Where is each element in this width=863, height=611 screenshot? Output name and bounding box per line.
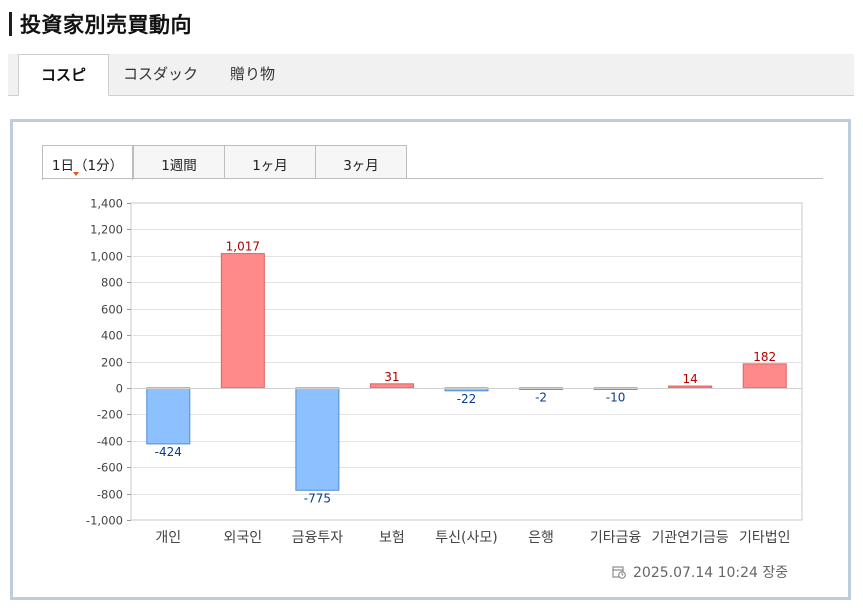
- y-tick-label: 200: [101, 356, 123, 370]
- y-tick-label: 800: [101, 276, 123, 290]
- bar: [295, 387, 340, 491]
- bar: [146, 387, 191, 445]
- data-label: -424: [155, 445, 182, 459]
- y-tick-label: -200: [97, 408, 123, 422]
- data-label: -22: [457, 392, 477, 406]
- bar: [369, 383, 414, 389]
- data-label: 14: [683, 372, 698, 386]
- y-tick-label: -800: [97, 488, 123, 502]
- y-tick-label: 1,200: [90, 223, 123, 237]
- clock-icon: [612, 566, 626, 579]
- x-tick-label: 은행: [528, 530, 554, 546]
- x-tick-label: 기타금융: [590, 530, 642, 546]
- x-tick-label: 투신(사모): [435, 530, 497, 546]
- data-label: 182: [753, 350, 776, 364]
- x-tick-label: 보험: [379, 530, 405, 546]
- x-tick-label: 금융투자: [292, 530, 344, 546]
- data-label: -2: [535, 390, 547, 404]
- data-label: -10: [606, 390, 626, 404]
- investor-trading-chart: 1,400 1,200 1,000 800 600 400 200 0 -200 -400 -600…: [86, 197, 803, 546]
- x-tick-label: 개인: [155, 530, 181, 546]
- y-tick-label: 600: [101, 303, 123, 317]
- y-tick-label: 1,400: [90, 197, 123, 211]
- y-tick-label: -400: [97, 435, 123, 449]
- y-tick-label: 1,000: [90, 250, 123, 264]
- data-label: 31: [384, 370, 399, 384]
- y-tick-label: 400: [101, 329, 123, 343]
- data-label: 1,017: [226, 240, 260, 254]
- x-tick-label: 기관연기금등: [652, 530, 729, 546]
- bar: [220, 253, 265, 389]
- update-timestamp: 2025.07.14 10:24 장중: [633, 565, 789, 581]
- bar: [742, 363, 787, 389]
- data-label: -775: [304, 491, 331, 505]
- y-tick-label: -1,000: [86, 514, 123, 528]
- y-tick-label: 0: [116, 382, 123, 396]
- x-tick-label: 기타법인: [739, 530, 791, 546]
- bar: [668, 385, 713, 389]
- y-tick-label: -600: [97, 461, 123, 475]
- x-tick-label: 외국인: [224, 530, 263, 546]
